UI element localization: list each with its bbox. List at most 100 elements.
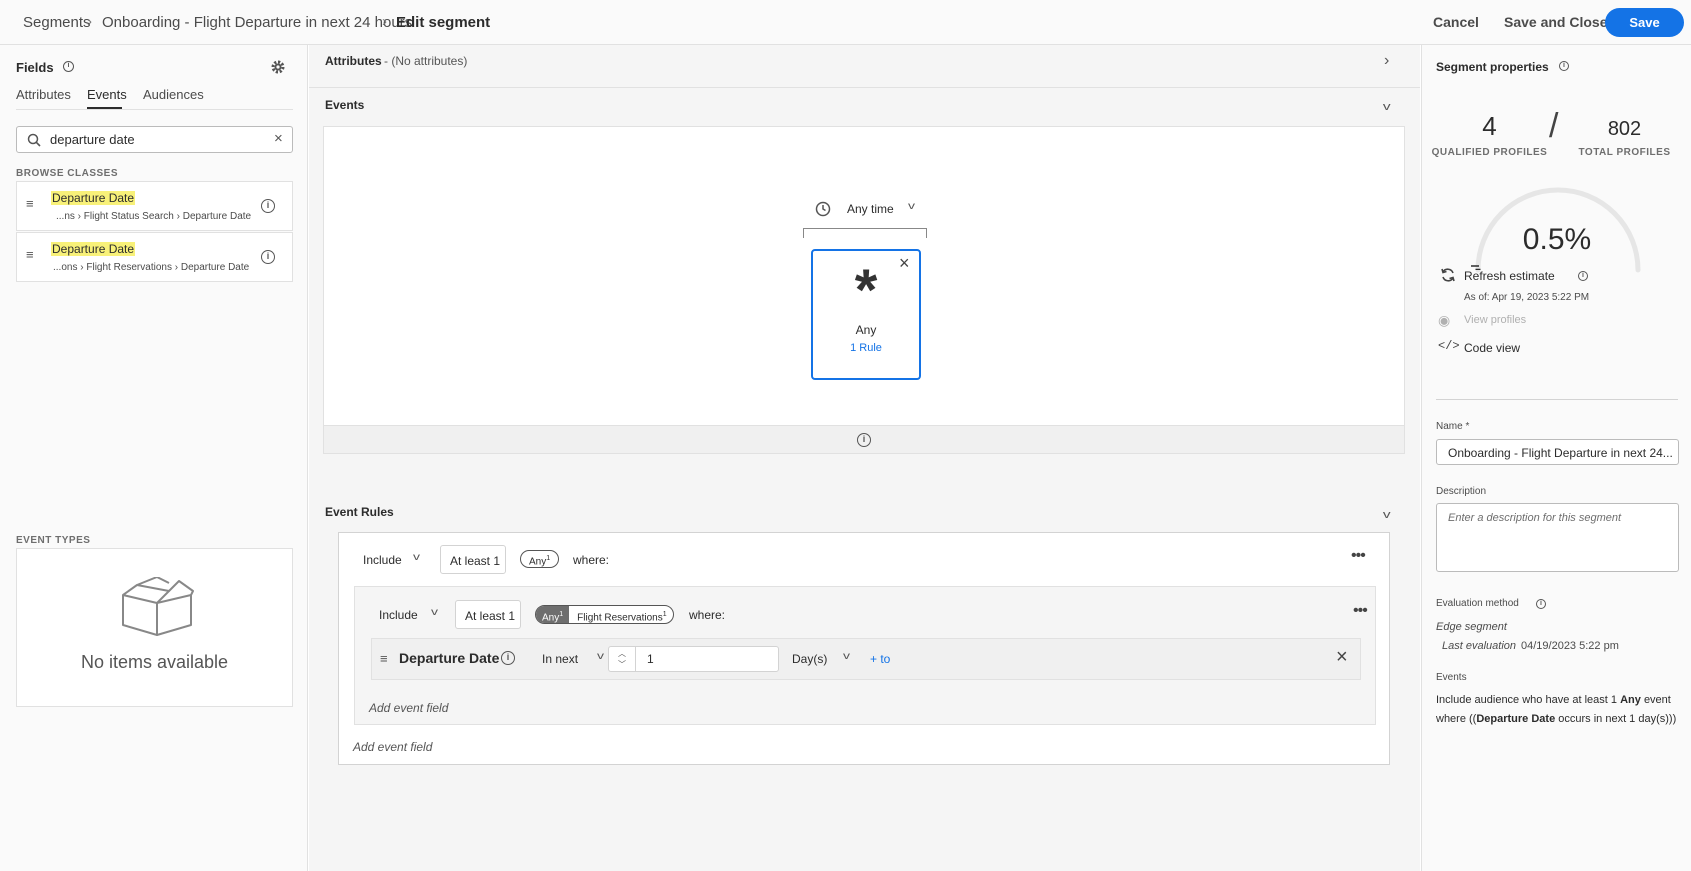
field-path: ...ons › Flight Reservations › Departure…: [53, 262, 250, 273]
drag-handle-icon[interactable]: ≡: [26, 247, 34, 262]
event-card-title: Any: [855, 323, 877, 337]
tab-events[interactable]: Events: [87, 87, 127, 102]
graph-footer: i: [323, 426, 1405, 454]
list-item[interactable]: ≡ Departure Date ...ns › Flight Status S…: [16, 181, 293, 231]
code-view-button[interactable]: Code view: [1464, 341, 1520, 355]
stepper-arrows-icon[interactable]: ︿ ﹀: [609, 647, 636, 671]
attributes-section[interactable]: Attributes - (No attributes) ›: [309, 45, 1420, 88]
chevron-down-icon[interactable]: v: [597, 651, 604, 662]
info-icon[interactable]: i: [1559, 61, 1569, 71]
info-icon[interactable]: i: [857, 433, 871, 447]
include-dropdown[interactable]: Include: [379, 608, 418, 622]
value-stepper[interactable]: ︿ ﹀ 1: [608, 646, 779, 672]
where-label: where:: [689, 608, 726, 622]
breadcrumb-segments[interactable]: Segments: [23, 14, 91, 31]
segment-properties-panel: Segment properties i 4 QUALIFIED PROFILE…: [1421, 45, 1691, 871]
chevron-down-icon[interactable]: v: [431, 607, 438, 618]
browse-classes-label: BROWSE CLASSES: [16, 168, 119, 179]
remove-condition-icon[interactable]: ×: [1336, 646, 1348, 669]
clock-icon: [815, 201, 831, 217]
add-event-field-link[interactable]: Add event field: [353, 740, 432, 754]
eye-icon: ◉: [1438, 312, 1451, 328]
total-profiles-label: TOTAL PROFILES: [1578, 147, 1671, 158]
more-options-icon[interactable]: •••: [1353, 602, 1368, 620]
save-and-close-button[interactable]: Save and Close: [1504, 14, 1608, 30]
chevron-down-icon[interactable]: v: [1383, 509, 1391, 521]
event-filter-tags[interactable]: Any1 Flight Reservations1: [535, 605, 674, 624]
event-types-label: EVENT TYPES: [16, 535, 91, 546]
last-evaluation-value: 04/19/2023 5:22 pm: [1521, 640, 1619, 652]
description-label: Description: [1436, 486, 1487, 497]
evaluation-method-label: Evaluation method: [1436, 598, 1519, 609]
flight-reservations-tag[interactable]: Flight Reservations1: [569, 606, 673, 623]
name-field[interactable]: Onboarding - Flight Departure in next 24…: [1436, 439, 1679, 465]
chevron-down-icon[interactable]: v: [1383, 101, 1391, 113]
value-input[interactable]: 1: [647, 652, 654, 666]
unit-dropdown[interactable]: Day(s): [792, 652, 827, 666]
qualified-profiles-count: 4: [1482, 111, 1497, 141]
event-card-rule-link[interactable]: 1 Rule: [813, 342, 919, 354]
gear-icon[interactable]: [270, 59, 286, 75]
name-label: Name *: [1436, 421, 1470, 432]
operator-dropdown[interactable]: In next: [542, 652, 578, 666]
search-icon: [27, 133, 41, 147]
events-summary-label: Events: [1436, 672, 1467, 683]
asterisk-icon: *: [854, 258, 878, 323]
empty-box-icon: [122, 577, 194, 636]
search-input[interactable]: departure date: [50, 132, 135, 147]
events-title: Events: [325, 98, 365, 112]
info-icon[interactable]: i: [63, 61, 74, 72]
events-summary: Include audience who have at least 1 Any…: [1436, 694, 1677, 725]
time-bracket: [803, 228, 927, 238]
top-header: Segments › Onboarding - Flight Departure…: [0, 0, 1691, 45]
attributes-title: Attributes: [325, 54, 382, 68]
info-icon[interactable]: i: [1536, 599, 1546, 609]
add-to-link[interactable]: + to: [870, 652, 890, 666]
breadcrumb-separator-icon: ›: [382, 13, 387, 30]
more-options-icon[interactable]: •••: [1351, 547, 1366, 565]
condition-row: ≡ Departure Date i In next v ︿ ﹀ 1 Day(s)…: [371, 638, 1361, 680]
drag-handle-icon[interactable]: ≡: [380, 651, 388, 666]
chevron-down-icon[interactable]: v: [413, 552, 420, 563]
count-field[interactable]: At least 1: [440, 545, 506, 574]
page-title: Edit segment: [396, 14, 491, 31]
time-filter-dropdown[interactable]: Any time: [847, 202, 894, 216]
refresh-icon[interactable]: [1440, 267, 1456, 283]
event-types-empty-state: No items available: [16, 548, 293, 707]
tabs-divider: [16, 109, 293, 110]
event-card[interactable]: × * Any 1 Rule: [811, 249, 921, 380]
tab-attributes[interactable]: Attributes: [16, 87, 71, 102]
refresh-estimate-button[interactable]: Refresh estimate: [1464, 269, 1555, 283]
cancel-button[interactable]: Cancel: [1433, 14, 1479, 30]
nested-rule-container: Include v At least 1 Any1 Flight Reservat…: [354, 586, 1376, 725]
save-button[interactable]: Save: [1605, 8, 1684, 37]
description-input[interactable]: Enter a description for this segment: [1448, 512, 1621, 524]
description-field[interactable]: Enter a description for this segment: [1436, 503, 1679, 572]
total-profiles-count: 802: [1607, 118, 1642, 140]
event-rules-title: Event Rules: [325, 505, 394, 519]
chevron-down-icon[interactable]: v: [908, 201, 915, 212]
chevron-right-icon[interactable]: ›: [1384, 52, 1389, 70]
estimate-timestamp: As of: Apr 19, 2023 5:22 PM: [1464, 292, 1590, 303]
chevron-down-icon[interactable]: v: [843, 651, 850, 662]
drag-handle-icon[interactable]: ≡: [26, 196, 34, 211]
clear-search-icon[interactable]: ×: [274, 130, 283, 147]
info-icon[interactable]: i: [501, 651, 515, 665]
tab-audiences[interactable]: Audiences: [143, 87, 204, 102]
search-field[interactable]: departure date ×: [16, 126, 293, 153]
include-dropdown[interactable]: Include: [363, 553, 402, 567]
condition-field-name: Departure Date: [399, 650, 500, 666]
info-icon[interactable]: i: [1578, 271, 1588, 281]
breadcrumb-segment-name[interactable]: Onboarding - Flight Departure in next 24…: [102, 14, 412, 31]
info-icon[interactable]: i: [261, 250, 275, 264]
code-icon: </>: [1438, 339, 1460, 353]
any-event-tag[interactable]: Any1: [520, 550, 560, 568]
count-field[interactable]: At least 1: [455, 600, 521, 629]
any-event-tag[interactable]: Any1: [536, 606, 570, 623]
add-event-field-link[interactable]: Add event field: [369, 701, 448, 715]
name-input[interactable]: Onboarding - Flight Departure in next 24…: [1448, 446, 1673, 460]
view-profiles-button[interactable]: View profiles: [1464, 314, 1526, 326]
list-item[interactable]: ≡ Departure Date ...ons › Flight Reserva…: [16, 232, 293, 282]
info-icon[interactable]: i: [261, 199, 275, 213]
fields-panel: Fields i Attributes Events Audiences dep…: [0, 45, 308, 871]
